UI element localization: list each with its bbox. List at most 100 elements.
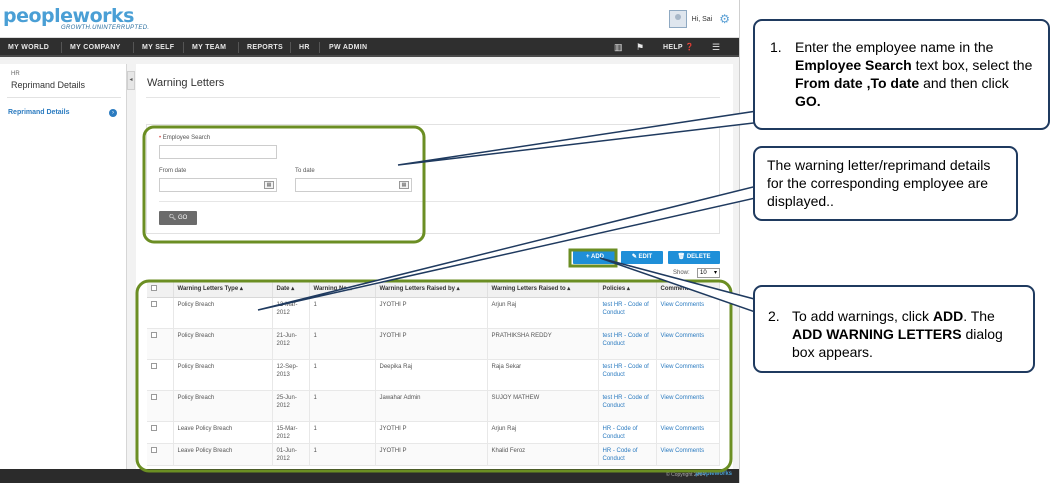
search-icon: 🔍︎ — [168, 215, 177, 221]
callout-3-body: 2. To add warnings, click ADD. The ADD W… — [768, 307, 1023, 361]
policy-link[interactable]: test HR - Code of Conduct — [598, 297, 657, 329]
column-header-raised-by[interactable]: Warning Letters Raised by ▴ — [375, 281, 488, 298]
row-checkbox[interactable] — [151, 331, 157, 338]
column-header-date[interactable]: Date ▴ — [272, 281, 310, 298]
calendar-icon[interactable]: ▦ — [264, 181, 274, 189]
user-greeting[interactable]: Hi, Sai — [692, 16, 713, 23]
avatar[interactable] — [668, 10, 687, 28]
column-header-raised-by-label: Warning Letters Raised by — [379, 286, 455, 293]
callout-1-bold-c: GO. — [795, 93, 821, 109]
table-row[interactable]: Policy Breach 12-Sep-2013 1 Deepika Raj … — [147, 359, 720, 391]
callout-3-text: To add warnings, click ADD. The ADD WARN… — [792, 307, 1023, 361]
callout-1-text-a: Enter the employee name in the — [795, 39, 994, 55]
sort-icon: ▴ — [693, 286, 697, 293]
employee-search-label-text: Employee Search — [162, 135, 211, 141]
page-size-label: Show: — [673, 270, 690, 276]
calendar-icon[interactable]: ▦ — [399, 181, 409, 189]
cell-raised-by: JYOTHI P — [375, 443, 488, 466]
table-row[interactable]: Leave Policy Breach 15-Mar-2012 1 JYOTHI… — [147, 421, 720, 444]
page-size-select[interactable]: 10 ▾ — [697, 268, 720, 278]
row-checkbox[interactable] — [151, 393, 157, 400]
row-checkbox[interactable] — [151, 300, 157, 307]
add-button[interactable]: + ADD — [573, 251, 617, 264]
search-divider — [159, 201, 707, 202]
row-checkbox[interactable] — [151, 362, 157, 369]
cell-raised-to: Khalid Feroz — [487, 443, 599, 466]
policy-link[interactable]: HR - Code of Conduct — [598, 421, 657, 444]
go-button[interactable]: 🔍︎ GO — [159, 211, 197, 225]
peopleworks-logo[interactable]: peopleworks GROWTH.UNINTERRUPTED. — [3, 5, 149, 31]
edit-label: EDIT — [638, 254, 653, 260]
cell-date: 25-Jun-2012 — [272, 390, 310, 422]
edit-button[interactable]: ✎ EDIT — [621, 251, 663, 264]
row-select-cell — [147, 390, 174, 422]
title-divider — [146, 97, 720, 98]
column-header-warning-no[interactable]: Warning No ▴ — [309, 281, 376, 298]
column-header-type[interactable]: Warning Letters Type ▴ — [173, 281, 273, 298]
nav-pw-admin[interactable]: PW ADMIN — [329, 38, 367, 57]
nav-my-company[interactable]: MY COMPANY — [70, 38, 121, 57]
table-row[interactable]: Policy Breach 25-Jun-2012 1 Jawahar Admi… — [147, 390, 720, 422]
column-header-date-label: Date — [276, 286, 290, 293]
book-icon[interactable]: ▥ — [614, 38, 623, 57]
sidebar-item-reprimand-details[interactable]: Reprimand Details — [8, 109, 69, 116]
policy-link[interactable]: test HR - Code of Conduct — [598, 359, 657, 391]
table-row[interactable]: Policy Breach 21-Jun-2012 1 JYOTHI P PRA… — [147, 328, 720, 360]
cell-date: 12-Mar-2012 — [272, 297, 310, 329]
callout-1-bold-a: Employee Search — [795, 57, 912, 73]
view-comments-link[interactable]: View Comments — [656, 390, 720, 422]
policy-link[interactable]: test HR - Code of Conduct — [598, 390, 657, 422]
logo-text: peopleworks — [3, 5, 134, 27]
page-size-value: 10 — [700, 270, 707, 276]
select-all-checkbox[interactable] — [151, 284, 157, 291]
column-header-type-label: Warning Letters Type — [177, 286, 239, 293]
view-comments-link[interactable]: View Comments — [656, 359, 720, 391]
select-all-cell — [147, 281, 174, 298]
table-row[interactable]: Policy Breach 12-Mar-2012 1 JYOTHI P Arj… — [147, 297, 720, 329]
column-header-raised-to[interactable]: Warning Letters Raised to ▴ — [487, 281, 599, 298]
nav-help[interactable]: HELP ❓ — [663, 38, 694, 57]
column-header-comments[interactable]: Comments ▴ — [656, 281, 720, 298]
delete-button[interactable]: 🗑︎ DELETE — [668, 251, 720, 264]
row-checkbox[interactable] — [151, 424, 157, 431]
column-header-policies[interactable]: Policies ▴ — [598, 281, 657, 298]
nav-my-self[interactable]: MY SELF — [142, 38, 174, 57]
menu-toggle-icon[interactable]: ☰ — [712, 38, 720, 57]
view-comments-link[interactable]: View Comments — [656, 443, 720, 466]
cell-raised-to: Arjun Raj — [487, 297, 599, 329]
table-row[interactable]: Leave Policy Breach 01-Jun-2012 1 JYOTHI… — [147, 443, 720, 466]
callout-3-text-a: To add warnings, click — [792, 308, 933, 324]
sidebar-section-label: HR — [11, 71, 20, 77]
nav-hr[interactable]: HR — [299, 38, 310, 57]
callout-step-3: 2. To add warnings, click ADD. The ADD W… — [753, 285, 1035, 373]
sort-icon: ▴ — [291, 286, 295, 293]
row-select-cell — [147, 443, 174, 466]
from-date-input[interactable]: ▦ — [159, 178, 277, 192]
nav-my-team[interactable]: MY TEAM — [192, 38, 226, 57]
row-checkbox[interactable] — [151, 446, 157, 453]
column-header-raised-to-label: Warning Letters Raised to — [491, 286, 566, 293]
view-comments-link[interactable]: View Comments — [656, 328, 720, 360]
trash-icon: 🗑︎ — [677, 254, 686, 260]
view-comments-link[interactable]: View Comments — [656, 421, 720, 444]
flag-icon[interactable]: ⚑ — [636, 38, 644, 57]
employee-search-label: • Employee Search — [159, 135, 210, 141]
callout-1-text-b: text box, select the — [911, 57, 1033, 73]
app-footer: © Copyright 2014 peopleworks — [0, 469, 739, 483]
callout-1-text-c: and then click — [919, 75, 1009, 91]
policy-link[interactable]: HR - Code of Conduct — [598, 443, 657, 466]
sidebar-collapse-toggle[interactable]: ◂ — [127, 71, 135, 90]
chevron-right-icon[interactable]: › — [109, 109, 117, 117]
gear-icon[interactable]: ⚙ — [719, 13, 730, 25]
cell-warning-no: 1 — [309, 390, 376, 422]
policy-link[interactable]: test HR - Code of Conduct — [598, 328, 657, 360]
employee-search-input[interactable] — [159, 145, 277, 159]
go-label: GO — [177, 215, 188, 221]
nav-reports[interactable]: REPORTS — [247, 38, 283, 57]
nav-my-world[interactable]: MY WORLD — [8, 38, 49, 57]
logo-tagline: GROWTH.UNINTERRUPTED. — [61, 25, 150, 31]
row-select-cell — [147, 359, 174, 391]
to-date-input[interactable]: ▦ — [295, 178, 412, 192]
cell-type: Policy Breach — [173, 390, 273, 422]
view-comments-link[interactable]: View Comments — [656, 297, 720, 329]
